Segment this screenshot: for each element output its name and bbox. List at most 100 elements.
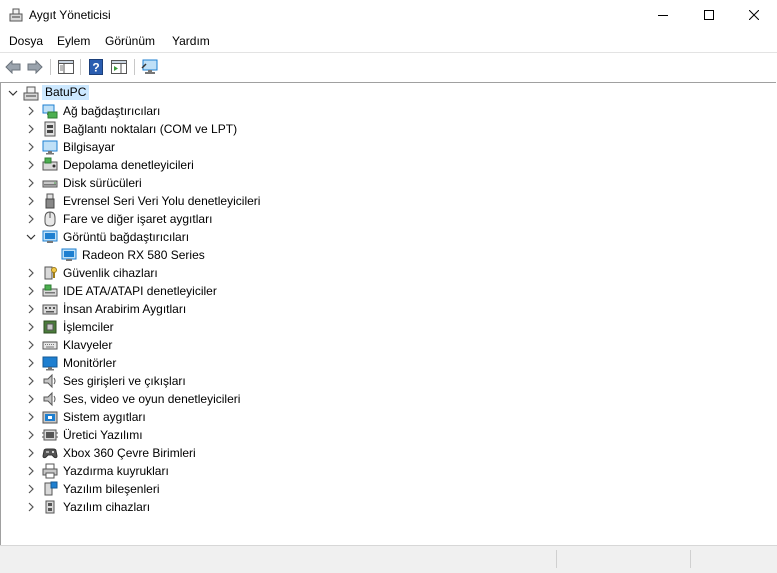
chevron-right-icon[interactable] [25, 285, 37, 297]
tree-category-label: Monitörler [63, 356, 117, 370]
tree-category-label: İnsan Arabirim Aygıtları [63, 302, 187, 316]
chevron-right-icon[interactable] [25, 465, 37, 477]
toolbar: ? [0, 52, 777, 83]
device-tree[interactable]: BatuPC Ağ bağdaştırıcıları Bağlantı nokta… [0, 82, 776, 546]
ide-controller-icon [42, 284, 58, 297]
monitor-icon [42, 356, 58, 371]
tree-category-item[interactable]: Ağ bağdaştırıcıları [1, 102, 776, 120]
chevron-right-icon[interactable] [25, 195, 37, 207]
title-bar: Aygıt Yöneticisi [0, 0, 777, 30]
menu-gorunum[interactable]: Görünüm [105, 34, 155, 48]
display-adapter-icon [61, 248, 77, 261]
tree-category-item[interactable]: Bağlantı noktaları (COM ve LPT) [1, 120, 776, 138]
scan-hardware-button[interactable] [140, 58, 160, 76]
mouse-icon [44, 211, 56, 227]
firmware-icon [42, 429, 58, 441]
tree-category-item[interactable]: Fare ve diğer işaret aygıtları [1, 210, 776, 228]
tree-category-item[interactable]: İşlemciler [1, 318, 776, 336]
status-separator [556, 550, 557, 568]
chevron-right-icon[interactable] [25, 393, 37, 405]
tree-category-label: Disk sürücüleri [63, 176, 142, 190]
menu-bar: Dosya Eylem Görünüm Yardım [0, 30, 777, 52]
chevron-right-icon[interactable] [25, 267, 37, 279]
chevron-down-icon[interactable] [25, 231, 37, 243]
tree-device-label: Radeon RX 580 Series [82, 248, 205, 262]
tree-category-item[interactable]: IDE ATA/ATAPI denetleyiciler [1, 282, 776, 300]
tree-category-label: Yazılım cihazları [63, 500, 151, 514]
action-pane-button[interactable] [109, 58, 129, 76]
security-device-icon [44, 266, 57, 280]
help-button[interactable]: ? [86, 58, 106, 76]
tree-root-label[interactable]: BatuPC [42, 85, 90, 100]
forward-arrow-icon [27, 60, 43, 74]
tree-root[interactable]: BatuPC [1, 84, 776, 102]
chevron-right-icon[interactable] [25, 357, 37, 369]
chevron-right-icon[interactable] [25, 483, 37, 495]
tree-category-label: IDE ATA/ATAPI denetleyiciler [63, 284, 217, 298]
tree-category-label: Görüntü bağdaştırıcıları [63, 230, 190, 244]
device-manager-icon [9, 8, 23, 22]
tree-category-item[interactable]: Yazılım bileşenleri [1, 480, 776, 498]
tree-device-item[interactable]: Radeon RX 580 Series [1, 246, 776, 264]
minimize-button[interactable] [640, 0, 686, 30]
tree-category-item[interactable]: İnsan Arabirim Aygıtları [1, 300, 776, 318]
chevron-right-icon[interactable] [25, 339, 37, 351]
tree-category-item[interactable]: Monitörler [1, 354, 776, 372]
menu-yardim[interactable]: Yardım [172, 34, 210, 48]
chevron-right-icon[interactable] [25, 303, 37, 315]
show-hide-console-tree-button[interactable] [56, 58, 76, 76]
tree-category-item[interactable]: Klavyeler [1, 336, 776, 354]
tree-category-label: Evrensel Seri Veri Yolu denetleyicileri [63, 194, 261, 208]
chevron-right-icon[interactable] [25, 105, 37, 117]
tree-category-item[interactable]: Bilgisayar [1, 138, 776, 156]
close-button[interactable] [731, 0, 777, 30]
tree-category-item[interactable]: Ses girişleri ve çıkışları [1, 372, 776, 390]
svg-text:?: ? [92, 61, 99, 75]
console-tree-icon [58, 60, 74, 74]
chevron-down-icon[interactable] [7, 87, 19, 99]
tree-category-item[interactable]: Güvenlik cihazları [1, 264, 776, 282]
chevron-right-icon[interactable] [25, 501, 37, 513]
forward-button[interactable] [25, 58, 45, 76]
tree-category-item[interactable]: Sistem aygıtları [1, 408, 776, 426]
chevron-right-icon[interactable] [25, 123, 37, 135]
chevron-right-icon[interactable] [25, 177, 37, 189]
tree-category-item[interactable]: Ses, video ve oyun denetleyicileri [1, 390, 776, 408]
usb-icon [45, 193, 55, 209]
tree-category-item[interactable]: Evrensel Seri Veri Yolu denetleyicileri [1, 192, 776, 210]
chevron-right-icon[interactable] [25, 375, 37, 387]
back-button[interactable] [3, 58, 23, 76]
chevron-right-icon[interactable] [25, 159, 37, 171]
action-pane-icon [111, 60, 127, 74]
chevron-right-icon[interactable] [25, 141, 37, 153]
tree-category-item[interactable]: Disk sürücüleri [1, 174, 776, 192]
tree-category-label: Bağlantı noktaları (COM ve LPT) [63, 122, 238, 136]
chevron-right-icon[interactable] [25, 447, 37, 459]
display-adapter-icon [42, 230, 58, 243]
menu-dosya[interactable]: Dosya [9, 34, 43, 48]
chevron-right-icon[interactable] [25, 429, 37, 441]
minimize-icon [658, 15, 668, 16]
computer-root-icon [23, 86, 39, 101]
chevron-right-icon[interactable] [25, 321, 37, 333]
tree-category-item[interactable]: Yazılım cihazları [1, 498, 776, 516]
tree-category-item[interactable]: Yazdırma kuyrukları [1, 462, 776, 480]
chevron-right-icon[interactable] [25, 411, 37, 423]
maximize-button[interactable] [686, 0, 732, 30]
computer-icon [42, 140, 58, 155]
help-icon: ? [89, 59, 103, 75]
status-separator [690, 550, 691, 568]
tree-category-item[interactable]: Xbox 360 Çevre Birimleri [1, 444, 776, 462]
tree-category-item[interactable]: Depolama denetleyicileri [1, 156, 776, 174]
system-device-icon [42, 411, 58, 424]
tree-category-label: Ağ bağdaştırıcıları [63, 104, 161, 118]
tree-category-item[interactable]: Görüntü bağdaştırıcıları [1, 228, 776, 246]
software-device-icon [45, 500, 55, 514]
tree-category-item[interactable]: Üretici Yazılımı [1, 426, 776, 444]
tree-category-label: Ses, video ve oyun denetleyicileri [63, 392, 241, 406]
menu-eylem[interactable]: Eylem [57, 34, 90, 48]
tree-category-label: Ses girişleri ve çıkışları [63, 374, 186, 388]
tree-category-label: İşlemciler [63, 320, 114, 334]
chevron-right-icon[interactable] [25, 213, 37, 225]
back-arrow-icon [5, 60, 21, 74]
